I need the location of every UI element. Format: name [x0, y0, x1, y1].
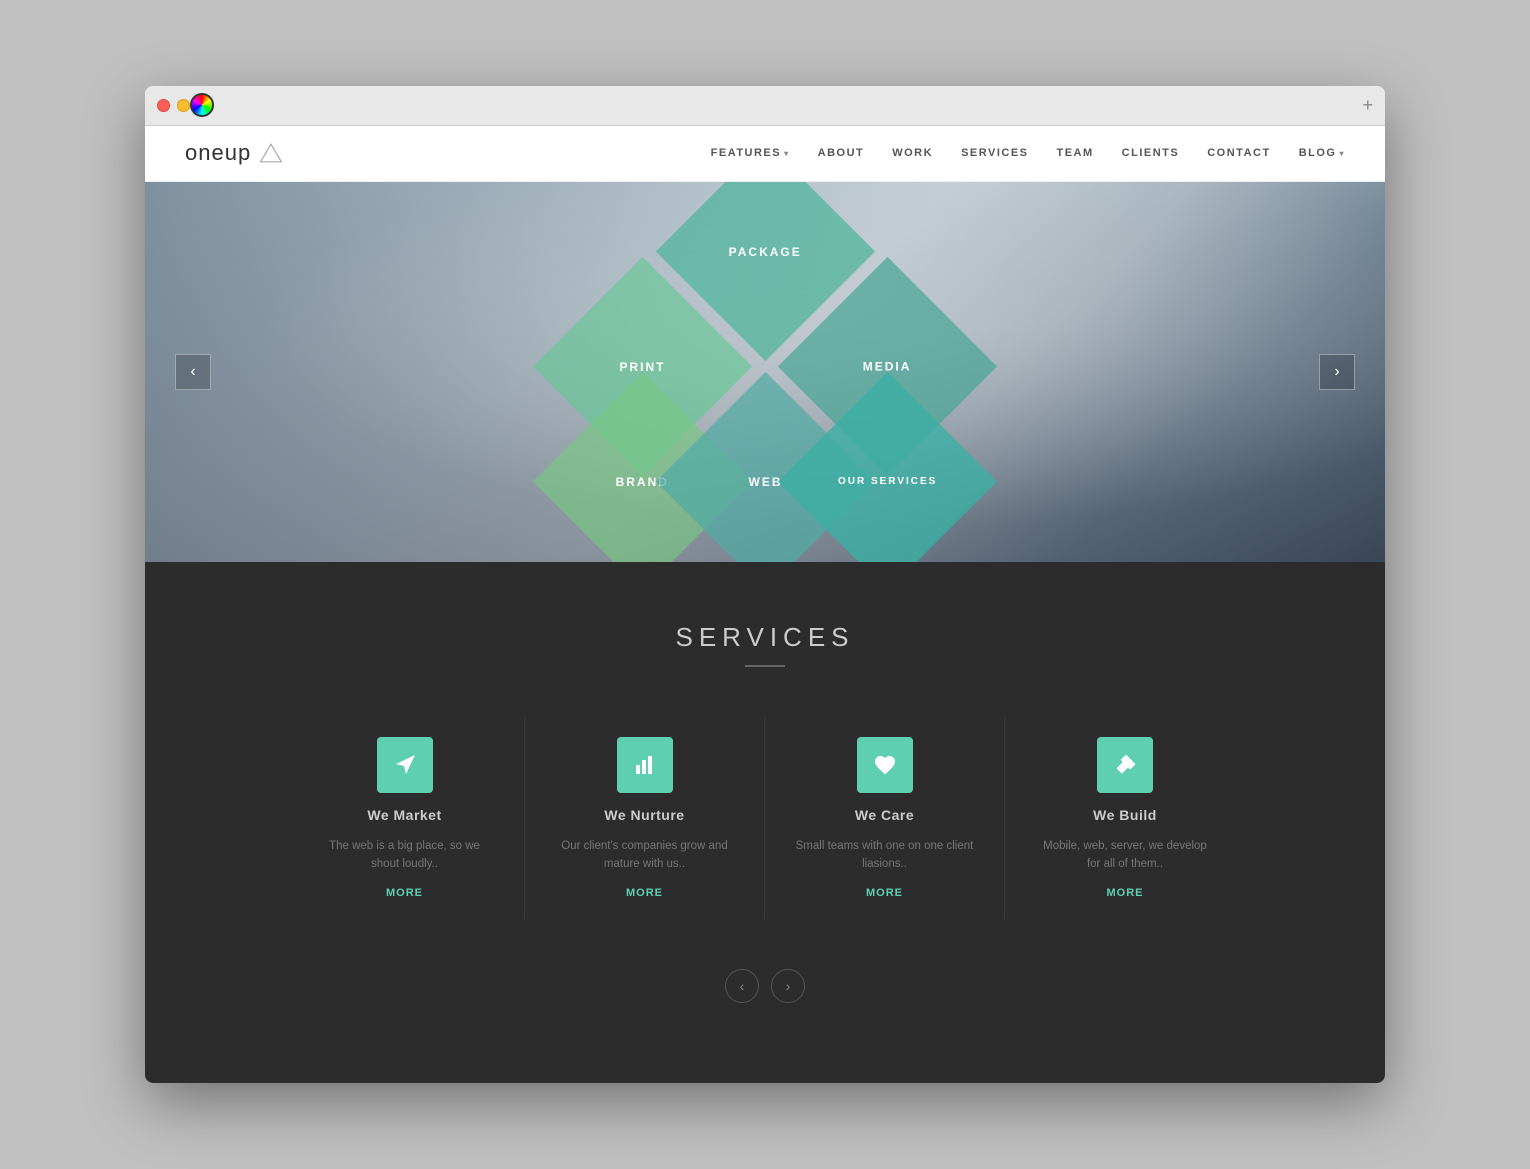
services-divider [745, 665, 785, 667]
carousel-next-button[interactable]: › [771, 969, 805, 1003]
services-grid: We Market The web is a big place, so we … [285, 717, 1245, 920]
service-market: We Market The web is a big place, so we … [285, 717, 525, 920]
site-header: oneup FEATURES ▾ ABOUT WORK SERVICES TEA… [145, 126, 1385, 182]
nav-team[interactable]: TEAM [1057, 147, 1094, 159]
care-name: We Care [855, 807, 914, 823]
diamond-package-label: PACKAGE [729, 244, 802, 258]
care-more-link[interactable]: MORE [866, 887, 903, 899]
service-care: We Care Small teams with one on one clie… [765, 717, 1005, 920]
logo[interactable]: oneup [185, 140, 283, 166]
nav-clients[interactable]: CLIENTS [1122, 147, 1180, 159]
hero-slider: ‹ › PACKAGE PRINT [145, 182, 1385, 562]
carousel-prev-button[interactable]: ‹ [725, 969, 759, 1003]
nav-features[interactable]: FEATURES ▾ [711, 147, 790, 159]
nurture-desc: Our client's companies grow and mature w… [555, 837, 734, 874]
nav-work[interactable]: WORK [892, 147, 933, 159]
new-tab-button[interactable]: + [1362, 95, 1373, 116]
market-name: We Market [367, 807, 441, 823]
chevron-down-icon: ▾ [1339, 149, 1345, 158]
site-content: oneup FEATURES ▾ ABOUT WORK SERVICES TEA… [145, 126, 1385, 1084]
build-desc: Mobile, web, server, we develop for all … [1035, 837, 1215, 874]
site-nav: FEATURES ▾ ABOUT WORK SERVICES TEAM CLIE… [711, 147, 1345, 159]
services-title: SERVICES [185, 622, 1345, 653]
logo-triangle-icon [259, 141, 283, 165]
build-more-link[interactable]: MORE [1107, 887, 1144, 899]
nurture-more-link[interactable]: MORE [626, 887, 663, 899]
market-desc: The web is a big place, so we shout loud… [315, 837, 494, 874]
nurture-icon [617, 737, 673, 793]
close-button[interactable] [157, 99, 170, 112]
slider-prev-button[interactable]: ‹ [175, 354, 211, 390]
nurture-name: We Nurture [604, 807, 684, 823]
carousel-nav: ‹ › [185, 969, 1345, 1003]
market-more-link[interactable]: MORE [386, 887, 423, 899]
nav-about[interactable]: ABOUT [818, 147, 865, 159]
nav-blog[interactable]: BLOG ▾ [1299, 147, 1345, 159]
slider-next-button[interactable]: › [1319, 354, 1355, 390]
care-desc: Small teams with one on one client liasi… [795, 837, 974, 874]
build-name: We Build [1093, 807, 1157, 823]
market-icon [377, 737, 433, 793]
logo-text: oneup [185, 140, 251, 166]
chevron-down-icon: ▾ [784, 149, 790, 158]
color-picker-icon[interactable] [190, 93, 214, 117]
nav-services[interactable]: SERVICES [961, 147, 1028, 159]
services-section: SERVICES We Market The web is a big plac… [145, 562, 1385, 1084]
browser-titlebar: + [145, 86, 1385, 126]
service-nurture: We Nurture Our client's companies grow a… [525, 717, 765, 920]
build-icon [1097, 737, 1153, 793]
minimize-button[interactable] [177, 99, 190, 112]
nav-contact[interactable]: CONTACT [1207, 147, 1270, 159]
browser-window: + oneup FEATURES ▾ ABOUT WORK SERVICES T… [145, 86, 1385, 1084]
diamond-our-services-label: OUR SERVICES [838, 476, 937, 487]
care-icon [857, 737, 913, 793]
service-build: We Build Mobile, web, server, we develop… [1005, 717, 1245, 920]
diamond-grid: PACKAGE PRINT MEDIA BRAND [505, 182, 1025, 534]
